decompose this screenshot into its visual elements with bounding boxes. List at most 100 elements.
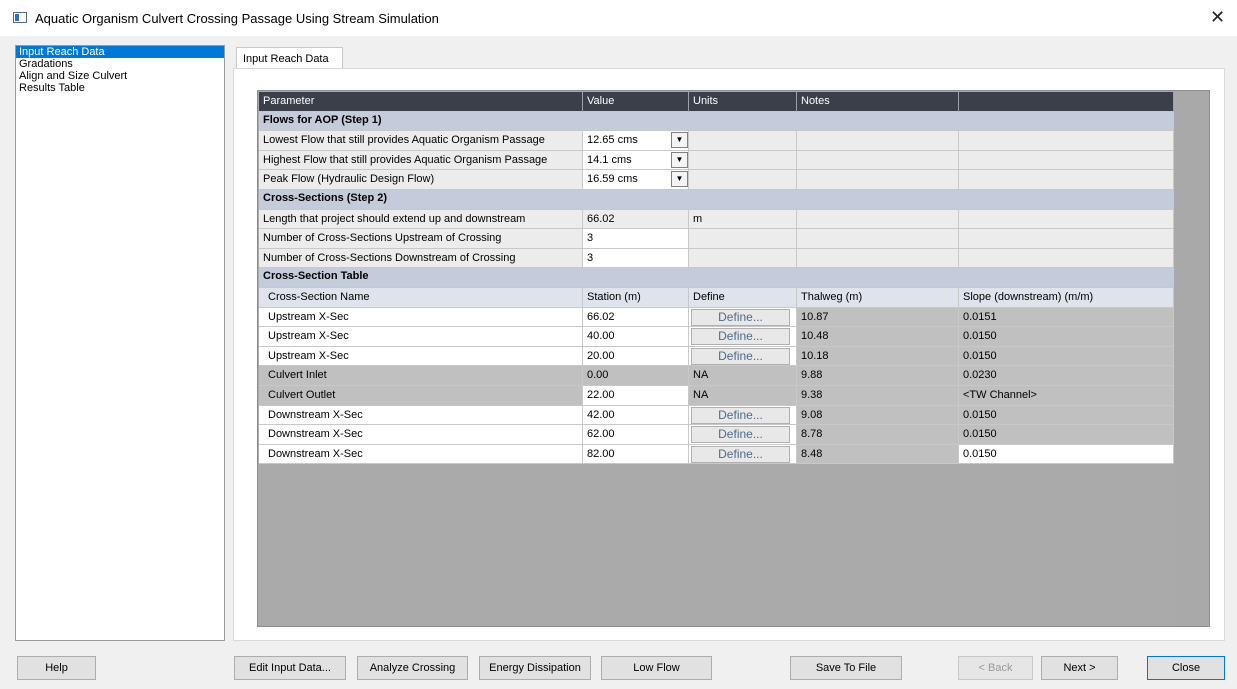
param-value-input[interactable]: 3: [583, 248, 689, 269]
section-title: Cross-Section Table: [259, 268, 583, 288]
xs-station-input[interactable]: 20.00: [583, 346, 689, 367]
xs-thalweg: 8.78: [797, 425, 959, 445]
title-bar: Aquatic Organism Culvert Crossing Passag…: [0, 0, 1237, 36]
table-row: Upstream X-Sec 40.00 Define... 10.48 0.0…: [259, 327, 1174, 347]
param-units: m: [689, 209, 797, 230]
xs-header-thalweg: Thalweg (m): [797, 288, 959, 308]
cross-section-header-row: Cross-Section Name Station (m) Define Th…: [259, 288, 1174, 308]
xs-slope: <TW Channel>: [959, 386, 1174, 406]
xs-thalweg: 9.08: [797, 405, 959, 426]
nav-item-input-reach-data[interactable]: Input Reach Data: [16, 46, 224, 58]
xs-name: Upstream X-Sec: [259, 346, 583, 367]
xs-station: 0.00: [583, 366, 689, 386]
define-button[interactable]: Define...: [691, 328, 790, 346]
define-button[interactable]: Define...: [691, 406, 790, 424]
section-title: Cross-Sections (Step 2): [259, 190, 583, 210]
chevron-down-icon[interactable]: ▼: [671, 132, 688, 149]
param-label: Highest Flow that still provides Aquatic…: [259, 150, 583, 171]
table-row: Downstream X-Sec 82.00 Define... 8.48 0.…: [259, 444, 1174, 465]
xs-slope-input[interactable]: 0.0150: [959, 444, 1174, 465]
section-cross-sections: Cross-Sections (Step 2): [259, 190, 1174, 210]
chevron-down-icon[interactable]: ▼: [671, 151, 688, 168]
table-row: Number of Cross-Sections Upstream of Cro…: [259, 229, 1174, 249]
header-extra: [959, 92, 1174, 112]
tab-input-reach-data[interactable]: Input Reach Data: [236, 47, 343, 68]
header-value: Value: [583, 92, 689, 112]
nav-item-align-size-culvert[interactable]: Align and Size Culvert: [16, 70, 224, 82]
back-button[interactable]: < Back: [958, 656, 1033, 680]
flow-value-select[interactable]: 12.65 cms ▼: [583, 131, 689, 151]
xs-thalweg: 8.48: [797, 444, 959, 465]
xs-thalweg: 10.48: [797, 327, 959, 347]
define-button[interactable]: Define...: [691, 347, 790, 365]
table-row: Culvert Outlet 22.00 NA 9.38 <TW Channel…: [259, 386, 1174, 406]
xs-slope: 0.0150: [959, 405, 1174, 426]
window-title: Aquatic Organism Culvert Crossing Passag…: [35, 11, 439, 26]
define-button[interactable]: Define...: [691, 445, 790, 463]
xs-slope: 0.0150: [959, 346, 1174, 367]
nav-item-results-table[interactable]: Results Table: [16, 82, 224, 94]
table-row: Upstream X-Sec 66.02 Define... 10.87 0.0…: [259, 307, 1174, 328]
table-row: Lowest Flow that still provides Aquatic …: [259, 131, 1174, 151]
table-row: Length that project should extend up and…: [259, 209, 1174, 230]
xs-define-na: NA: [689, 366, 797, 386]
header-units: Units: [689, 92, 797, 112]
edit-input-data-button[interactable]: Edit Input Data...: [234, 656, 346, 680]
param-label: Number of Cross-Sections Upstream of Cro…: [259, 229, 583, 249]
xs-slope: 0.0230: [959, 366, 1174, 386]
table-row: Culvert Inlet 0.00 NA 9.88 0.0230: [259, 366, 1174, 386]
table-row: Highest Flow that still provides Aquatic…: [259, 150, 1174, 171]
table-row: Peak Flow (Hydraulic Design Flow) 16.59 …: [259, 170, 1174, 190]
close-button[interactable]: Close: [1147, 656, 1225, 680]
xs-station-input[interactable]: 82.00: [583, 444, 689, 465]
table-row: Downstream X-Sec 42.00 Define... 9.08 0.…: [259, 405, 1174, 426]
save-to-file-button[interactable]: Save To File: [790, 656, 902, 680]
flow-value-select[interactable]: 14.1 cms ▼: [583, 150, 689, 171]
xs-name: Culvert Outlet: [259, 386, 583, 406]
xs-station-input[interactable]: 40.00: [583, 327, 689, 347]
xs-thalweg: 9.38: [797, 386, 959, 406]
step-navigation-list: Input Reach Data Gradations Align and Si…: [15, 45, 225, 641]
table-row: Number of Cross-Sections Downstream of C…: [259, 248, 1174, 269]
xs-station-input[interactable]: 66.02: [583, 307, 689, 328]
app-icon: [13, 12, 27, 23]
xs-define-na: NA: [689, 386, 797, 406]
nav-item-gradations[interactable]: Gradations: [16, 58, 224, 70]
xs-name: Downstream X-Sec: [259, 444, 583, 465]
table-row: Downstream X-Sec 62.00 Define... 8.78 0.…: [259, 425, 1174, 445]
xs-station-input[interactable]: 62.00: [583, 425, 689, 445]
xs-station-input[interactable]: 42.00: [583, 405, 689, 426]
table-row: Upstream X-Sec 20.00 Define... 10.18 0.0…: [259, 346, 1174, 367]
next-button[interactable]: Next >: [1041, 656, 1118, 680]
section-title: Flows for AOP (Step 1): [259, 111, 583, 132]
analyze-crossing-button[interactable]: Analyze Crossing: [357, 656, 468, 680]
energy-dissipation-button[interactable]: Energy Dissipation: [479, 656, 591, 680]
define-button[interactable]: Define...: [691, 308, 790, 326]
chevron-down-icon[interactable]: ▼: [671, 171, 688, 188]
param-label: Number of Cross-Sections Downstream of C…: [259, 248, 583, 269]
flow-value-select[interactable]: 16.59 cms ▼: [583, 170, 689, 190]
xs-thalweg: 10.87: [797, 307, 959, 328]
param-value-input[interactable]: 3: [583, 229, 689, 249]
param-label: Peak Flow (Hydraulic Design Flow): [259, 170, 583, 190]
xs-name: Culvert Inlet: [259, 366, 583, 386]
close-window-icon[interactable]: ✕: [1210, 7, 1225, 28]
low-flow-button[interactable]: Low Flow: [601, 656, 712, 680]
xs-header-name: Cross-Section Name: [259, 288, 583, 308]
help-button[interactable]: Help: [17, 656, 96, 680]
section-cross-section-table: Cross-Section Table: [259, 268, 1174, 288]
xs-header-slope: Slope (downstream) (m/m): [959, 288, 1174, 308]
xs-header-define: Define: [689, 288, 797, 308]
grid-header-row: Parameter Value Units Notes: [259, 92, 1174, 112]
section-flows: Flows for AOP (Step 1): [259, 111, 1174, 132]
xs-station-input[interactable]: 22.00: [583, 386, 689, 406]
xs-name: Downstream X-Sec: [259, 405, 583, 426]
define-button[interactable]: Define...: [691, 426, 790, 444]
xs-slope: 0.0150: [959, 425, 1174, 445]
xs-header-station: Station (m): [583, 288, 689, 308]
param-label: Lowest Flow that still provides Aquatic …: [259, 131, 583, 151]
xs-slope: 0.0150: [959, 327, 1174, 347]
xs-thalweg: 9.88: [797, 366, 959, 386]
grid-empty-area: [1175, 92, 1208, 625]
xs-name: Downstream X-Sec: [259, 425, 583, 445]
